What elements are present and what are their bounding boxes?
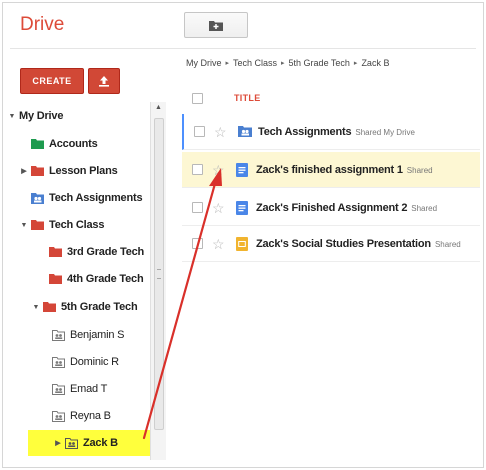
sidebar-item-accounts[interactable]: Accounts xyxy=(20,134,98,154)
sidebar-item-label: Emad T xyxy=(70,383,108,395)
sidebar-item-label: Accounts xyxy=(49,138,98,150)
folder-red-icon xyxy=(43,302,56,312)
folder-green-icon xyxy=(31,139,44,149)
file-meta: Shared xyxy=(406,165,433,175)
shared-folder-gray-icon xyxy=(52,329,65,341)
file-name: Zack's Social Studies Presentation Shared xyxy=(256,238,461,250)
file-name-text: Tech Assignments xyxy=(258,125,352,138)
row-checkbox[interactable] xyxy=(192,238,203,249)
breadcrumb-item[interactable]: Zack B xyxy=(361,58,389,68)
upload-icon xyxy=(99,76,109,87)
shared-folder-gray-icon xyxy=(52,383,65,395)
folder-red-icon xyxy=(31,166,44,176)
sidebar-item-label: Zack B xyxy=(83,437,118,449)
expand-arrow-icon[interactable]: ▼ xyxy=(32,304,40,311)
sidebar-item-5th-grade-tech[interactable]: ▼ 5th Grade Tech xyxy=(32,297,138,317)
sidebar-item-emad-t[interactable]: Emad T xyxy=(52,379,107,399)
sidebar-item-tech-assignments[interactable]: Tech Assignments xyxy=(20,188,143,208)
google-doc-icon xyxy=(236,200,248,215)
folder-red-icon xyxy=(49,247,62,257)
sidebar-item-label: 5th Grade Tech xyxy=(61,301,138,313)
sidebar-scrollbar[interactable]: ▲ xyxy=(150,102,166,460)
folder-red-icon xyxy=(31,220,44,230)
shared-folder-gray-icon xyxy=(52,356,65,368)
sidebar-item-label: Dominic R xyxy=(70,356,119,368)
star-icon[interactable]: ☆ xyxy=(214,125,227,139)
star-icon[interactable]: ☆ xyxy=(212,237,225,251)
collapsed-arrow-icon[interactable]: ▶ xyxy=(54,439,62,447)
sidebar-item-label: Reyna B xyxy=(70,410,111,422)
sidebar-item-reyna-b[interactable]: Reyna B xyxy=(52,406,111,426)
scroll-up-icon[interactable]: ▲ xyxy=(155,104,162,111)
breadcrumb-item[interactable]: My Drive xyxy=(186,58,222,68)
title-column-header[interactable]: TITLE xyxy=(234,93,261,103)
file-meta: Shared xyxy=(411,203,438,213)
breadcrumb: My Drive ▸ Tech Class ▸ 5th Grade Tech ▸… xyxy=(186,58,389,68)
file-name-text: Zack's Social Studies Presentation xyxy=(256,237,431,250)
row-checkbox[interactable] xyxy=(194,126,205,137)
file-name: Tech Assignments Shared My Drive xyxy=(258,126,415,138)
app-brand[interactable]: Drive xyxy=(20,14,64,36)
sidebar-tree: ▼ My Drive Accounts ▶ Lesson Plans Tech … xyxy=(6,100,166,462)
star-icon[interactable]: ☆ xyxy=(212,163,225,177)
google-doc-icon xyxy=(236,162,248,177)
folder-red-icon xyxy=(49,274,62,284)
file-row[interactable]: ☆ Zack's Finished Assignment 2 Shared xyxy=(182,190,480,226)
expand-arrow-icon[interactable]: ▼ xyxy=(8,113,16,120)
chevron-right-icon: ▸ xyxy=(281,60,285,67)
select-all-checkbox[interactable] xyxy=(192,92,203,104)
sidebar-item-label: Tech Class xyxy=(49,219,105,231)
sidebar-item-label: 4th Grade Tech xyxy=(67,273,144,285)
star-icon[interactable]: ☆ xyxy=(212,201,225,215)
create-button[interactable]: CREATE xyxy=(20,68,84,94)
file-name: Zack's Finished Assignment 2 Shared xyxy=(256,202,437,214)
file-row[interactable]: ☆ Zack's Social Studies Presentation Shar… xyxy=(182,226,480,262)
row-checkbox[interactable] xyxy=(192,202,203,213)
new-folder-button[interactable] xyxy=(184,12,248,38)
chevron-right-icon: ▸ xyxy=(225,60,230,67)
file-row[interactable]: ☆ Zack's finished assignment 1 Shared xyxy=(182,152,480,188)
upload-button[interactable] xyxy=(88,68,120,94)
file-name-text: Zack's Finished Assignment 2 xyxy=(256,201,408,214)
sidebar-item-label: 3rd Grade Tech xyxy=(67,246,145,258)
shared-folder-gray-icon xyxy=(52,410,65,422)
sidebar-item-label: Tech Assignments xyxy=(49,192,143,204)
sidebar-item-label: My Drive xyxy=(19,110,64,122)
file-row[interactable]: ☆ Tech Assignments Shared My Drive xyxy=(182,114,480,150)
scrollbar-thumb[interactable] xyxy=(154,118,164,430)
sidebar-item-dominic-r[interactable]: Dominic R xyxy=(52,352,119,372)
sidebar-item-label: Benjamin S xyxy=(70,329,125,341)
shared-folder-gray-icon xyxy=(65,437,78,449)
header-divider xyxy=(10,48,476,49)
sidebar-item-4th-grade-tech[interactable]: 4th Grade Tech xyxy=(38,269,144,289)
sidebar-item-tech-class[interactable]: ▼ Tech Class xyxy=(20,215,105,235)
sidebar-item-3rd-grade-tech[interactable]: 3rd Grade Tech xyxy=(38,242,144,262)
breadcrumb-item[interactable]: 5th Grade Tech xyxy=(289,58,350,68)
sidebar-item-benjamin-s[interactable]: Benjamin S xyxy=(52,325,124,345)
new-folder-icon xyxy=(209,20,223,31)
file-meta: Shared xyxy=(434,239,461,249)
chevron-right-icon: ▸ xyxy=(353,60,358,67)
expand-arrow-icon[interactable]: ▼ xyxy=(20,222,28,229)
sidebar-item-lesson-plans[interactable]: ▶ Lesson Plans xyxy=(20,161,118,181)
google-slides-icon xyxy=(236,236,248,251)
row-checkbox[interactable] xyxy=(192,164,203,175)
file-meta: Shared My Drive xyxy=(355,127,415,137)
file-list-header: TITLE xyxy=(184,86,480,110)
sidebar-item-zack-b[interactable]: ▶ Zack B xyxy=(28,430,150,456)
shared-folder-blue-icon xyxy=(238,126,252,137)
file-name-text: Zack's finished assignment 1 xyxy=(256,163,403,176)
sidebar-item-my-drive[interactable]: ▼ My Drive xyxy=(8,106,64,126)
sidebar-item-label: Lesson Plans xyxy=(49,165,118,177)
breadcrumb-item[interactable]: Tech Class xyxy=(233,58,277,68)
shared-folder-blue-icon xyxy=(31,192,44,204)
collapsed-arrow-icon[interactable]: ▶ xyxy=(20,167,28,175)
file-name: Zack's finished assignment 1 Shared xyxy=(256,164,433,176)
